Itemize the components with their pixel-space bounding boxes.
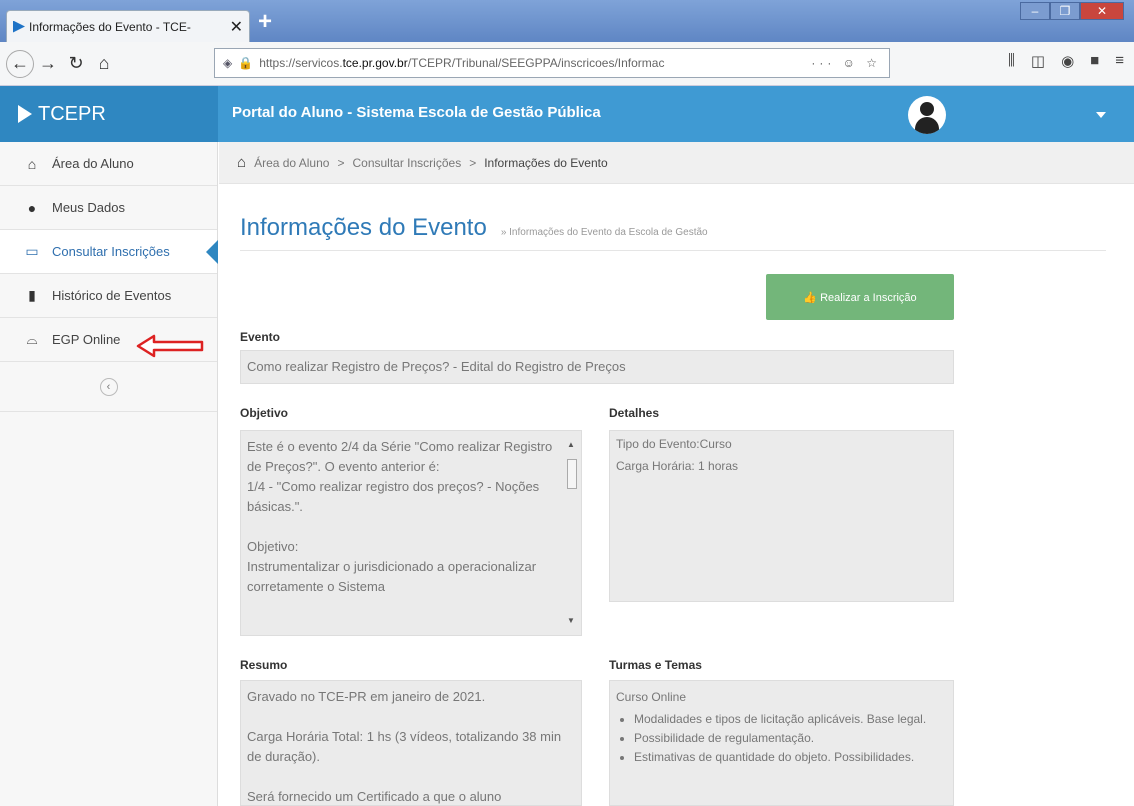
sidebar-icon[interactable]: ◫ (1031, 52, 1045, 70)
shield-icon: ◈ (223, 56, 233, 70)
sidebar-item-meus-dados[interactable]: ● Meus Dados (0, 186, 217, 230)
scrollbar[interactable]: ▲ ▼ (567, 435, 577, 631)
resumo-text: Gravado no TCE-PR em janeiro de 2021. (247, 689, 486, 704)
sidebar-item-label: Consultar Inscrições (52, 244, 170, 259)
library-icon[interactable]: ⫼ (1008, 52, 1015, 70)
breadcrumb-item[interactable]: Consultar Inscrições (352, 156, 461, 170)
menu-icon[interactable]: ≡ (1115, 52, 1124, 70)
home-icon: ⌂ (27, 155, 37, 172)
detalhes-label: Detalhes (609, 406, 660, 420)
breadcrumb-separator: > (469, 155, 477, 170)
page-title: Informações do Evento » Informações do E… (240, 214, 708, 242)
lock-icon: 🔒 (238, 56, 254, 70)
detalhes-field: Tipo do Evento:Curso Carga Horária: 1 ho… (609, 430, 954, 602)
detalhes-carga: Carga Horária: 1 horas (616, 459, 739, 473)
sidebar-item-area-do-aluno[interactable]: ⌂ Área do Aluno (0, 142, 217, 186)
page-heading: Informações do Evento (240, 214, 487, 241)
laptop-icon: ▭ (25, 243, 39, 259)
turmas-heading: Curso Online (616, 690, 687, 704)
browser-tab[interactable]: Informações do Evento - TCE- ✕ (6, 10, 250, 42)
close-tab-icon[interactable]: ✕ (230, 17, 243, 37)
avatar-body (915, 117, 939, 134)
url-text: https://servicos.tce.pr.gov.br/TCEPR/Tri… (259, 56, 665, 70)
avatar-head (920, 102, 934, 116)
tab-title: Informações do Evento - TCE- (29, 19, 191, 34)
sidebar-collapse: ‹ (0, 362, 217, 412)
turmas-list: Modalidades e tipos de licitação aplicáv… (616, 711, 947, 766)
window-controls: ‒ ❐ ✕ (1020, 2, 1124, 20)
maximize-icon[interactable]: ❐ (1050, 2, 1080, 20)
home-icon[interactable]: ⌂ (90, 50, 118, 78)
objetivo-text: Instrumentalizar o jurisdicionado a oper… (247, 559, 537, 594)
logo-arrow-icon (18, 105, 32, 123)
scroll-down-icon[interactable]: ▼ (567, 611, 575, 631)
collapse-sidebar-icon[interactable]: ‹ (99, 377, 118, 396)
favicon-icon (13, 20, 25, 33)
brand-name: TCEPR (38, 102, 106, 125)
resumo-label: Resumo (240, 658, 288, 672)
sidebar: ⌂ Área do Aluno ● Meus Dados ▭ Consultar… (0, 142, 218, 806)
resumo-text: Será fornecido um Certificado a que o al… (247, 789, 502, 804)
list-item: Possibilidade de regulamentação. (634, 730, 947, 747)
browser-window: Informações do Evento - TCE- ✕ + ‒ ❐ ✕ ←… (0, 0, 1134, 806)
breadcrumb: ⌂ Área do Aluno > Consultar Inscrições >… (219, 142, 1134, 184)
evento-label: Evento (240, 330, 281, 344)
breadcrumb-separator: > (337, 155, 345, 170)
forward-icon[interactable]: → (34, 50, 62, 78)
title-bar: Informações do Evento - TCE- ✕ + ‒ ❐ ✕ (0, 0, 1134, 42)
sidebar-item-label: Histórico de Eventos (52, 288, 172, 303)
book-icon: ▮ (28, 287, 36, 303)
objetivo-textarea[interactable]: Este é o evento 2/4 da Série "Como reali… (240, 430, 582, 636)
divider (240, 250, 1106, 251)
detalhes-tipo: Tipo do Evento:Curso (616, 437, 732, 451)
scrollbar-thumb[interactable] (567, 459, 577, 489)
page-subtitle: » Informações do Evento da Escola de Ges… (500, 227, 708, 238)
objetivo-label: Objetivo (240, 406, 289, 420)
extension-icon[interactable]: ◉ (1061, 52, 1074, 70)
objetivo-text: 1/4 - "Como realizar registro dos preços… (247, 479, 540, 514)
app-title: Portal do Aluno - Sistema Escola de Gest… (232, 104, 601, 121)
turmas-field: Curso Online Modalidades e tipos de lici… (609, 680, 954, 806)
page-actions-icon[interactable]: ··· ☺ ☆ (811, 56, 881, 70)
objetivo-text: Objetivo: (247, 539, 299, 554)
navigation-bar: ← → ↻ ⌂ ◈ 🔒 https://servicos.tce.pr.gov.… (0, 42, 1134, 86)
back-icon[interactable]: ← (6, 49, 34, 78)
reload-icon[interactable]: ↻ (62, 50, 90, 78)
sidebar-item-consultar-inscricoes[interactable]: ▭ Consultar Inscrições (0, 230, 218, 274)
sidebar-item-label: EGP Online (52, 332, 121, 347)
breadcrumb-current: Informações do Evento (484, 155, 608, 170)
breadcrumb-item[interactable]: Área do Aluno (254, 156, 329, 170)
evento-field: Como realizar Registro de Preços? - Edit… (240, 350, 954, 384)
addon-icon[interactable]: ■ (1090, 52, 1099, 70)
realizar-inscricao-button[interactable]: 👍 Realizar a Inscrição (766, 274, 954, 320)
user-icon: ● (27, 199, 37, 216)
new-tab-button[interactable]: + (258, 8, 272, 36)
brand-logo[interactable]: TCEPR (0, 86, 218, 142)
annotation-arrow-icon (136, 334, 204, 358)
toolbar-icons: ⫼ ◫ ◉ ■ ≡ (1008, 52, 1124, 70)
turmas-label: Turmas e Temas (609, 658, 702, 672)
home-icon[interactable]: ⌂ (237, 154, 246, 171)
resumo-text: Carga Horária Total: 1 hs (3 vídeos, tot… (247, 729, 562, 764)
scroll-up-icon[interactable]: ▲ (567, 435, 575, 455)
app-header: TCEPR Portal do Aluno - Sistema Escola d… (0, 86, 1134, 142)
list-item: Modalidades e tipos de licitação aplicáv… (634, 711, 947, 728)
avatar[interactable] (908, 96, 946, 134)
minimize-icon[interactable]: ‒ (1020, 2, 1050, 20)
sidebar-item-historico-de-eventos[interactable]: ▮ Histórico de Eventos (0, 274, 217, 318)
close-window-icon[interactable]: ✕ (1080, 2, 1124, 20)
graduation-cap-icon: ⌓ (26, 331, 38, 347)
chevron-down-icon[interactable] (1096, 112, 1106, 118)
list-item: Estimativas de quantidade do objeto. Pos… (634, 749, 947, 766)
sidebar-item-label: Meus Dados (52, 200, 125, 215)
resumo-textarea[interactable]: Gravado no TCE-PR em janeiro de 2021. Ca… (240, 680, 582, 806)
address-bar[interactable]: ◈ 🔒 https://servicos.tce.pr.gov.br/TCEPR… (214, 48, 890, 78)
sidebar-item-label: Área do Aluno (52, 156, 134, 171)
objetivo-text: Este é o evento 2/4 da Série "Como reali… (247, 439, 553, 474)
